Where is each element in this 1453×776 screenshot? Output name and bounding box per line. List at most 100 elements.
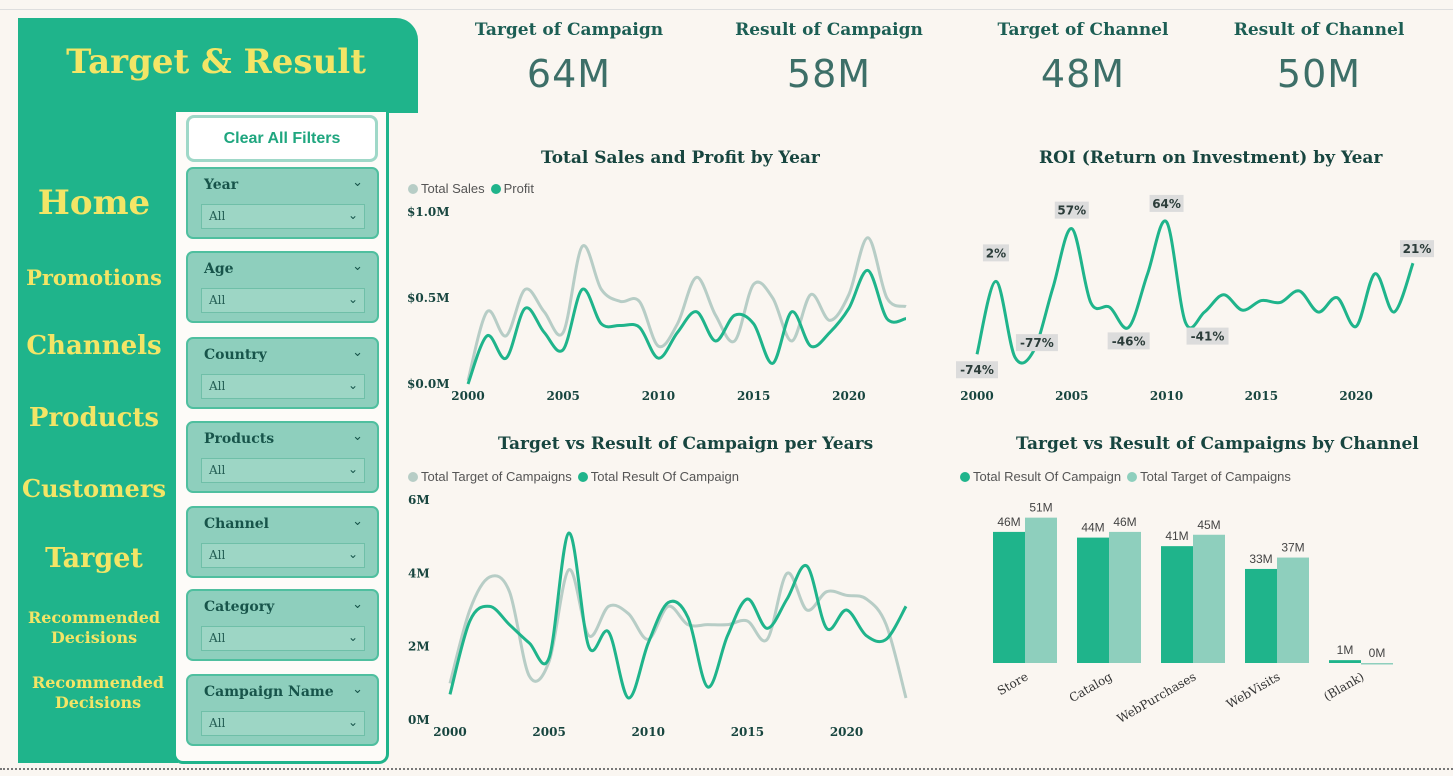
data-point[interactable] <box>587 645 591 649</box>
data-point[interactable] <box>656 344 660 348</box>
bar-store-1[interactable] <box>1025 517 1057 663</box>
data-point[interactable] <box>1127 325 1131 329</box>
chevron-down-icon[interactable]: ⌄ <box>352 514 363 529</box>
data-point[interactable] <box>1259 299 1263 303</box>
data-point[interactable] <box>1392 310 1396 314</box>
data-point[interactable] <box>547 656 551 660</box>
nav-customers[interactable]: Customers <box>18 474 170 503</box>
bar-catalog-1[interactable] <box>1109 531 1141 663</box>
nav-recommended-decisions-2[interactable]: Recommended Decisions <box>22 673 174 713</box>
chart-campaign-years[interactable]: 0M 2M 4M 6M 2000 2005 2010 2015 2020 <box>400 490 920 745</box>
legend-item[interactable]: Total Sales <box>408 181 485 196</box>
data-point[interactable] <box>885 317 889 321</box>
data-point[interactable] <box>809 293 813 297</box>
data-point[interactable] <box>805 564 809 568</box>
data-point[interactable] <box>1297 289 1301 293</box>
legend-item[interactable]: Total Target of Campaigns <box>408 469 572 484</box>
data-point[interactable] <box>561 348 565 352</box>
data-point[interactable] <box>599 322 603 326</box>
data-point[interactable] <box>468 619 472 623</box>
nav-promotions[interactable]: Promotions <box>18 265 170 290</box>
data-point[interactable] <box>1013 355 1017 359</box>
data-point[interactable] <box>488 604 492 608</box>
data-point[interactable] <box>828 318 832 322</box>
data-point[interactable] <box>745 597 749 601</box>
data-point[interactable] <box>542 310 546 314</box>
data-point[interactable] <box>904 317 908 321</box>
data-point[interactable] <box>618 324 622 328</box>
data-point[interactable] <box>771 296 775 300</box>
data-point[interactable] <box>785 571 789 575</box>
bar-webpurchases-1[interactable] <box>1193 534 1225 663</box>
data-point[interactable] <box>828 330 832 334</box>
campaign-name-dropdown[interactable]: All ⌄ <box>201 711 365 736</box>
data-point[interactable] <box>1354 324 1358 328</box>
data-point[interactable] <box>733 313 737 317</box>
country-dropdown[interactable]: All ⌄ <box>201 374 365 399</box>
data-point[interactable] <box>706 623 710 627</box>
data-point[interactable] <box>1221 293 1225 297</box>
data-point[interactable] <box>646 641 650 645</box>
clear-all-filters-button[interactable]: Clear All Filters <box>186 115 378 162</box>
data-point[interactable] <box>994 279 998 283</box>
nav-recommended-decisions-1[interactable]: Recommended Decisions <box>18 608 170 648</box>
series-line-1[interactable] <box>466 269 907 385</box>
data-point[interactable] <box>885 296 889 300</box>
data-point[interactable] <box>448 692 452 696</box>
bar-blank-0[interactable] <box>1329 660 1361 663</box>
category-dropdown[interactable]: All ⌄ <box>201 626 365 651</box>
data-point[interactable] <box>1108 305 1112 309</box>
data-point[interactable] <box>1202 310 1206 314</box>
data-point[interactable] <box>809 344 813 348</box>
data-point[interactable] <box>866 236 870 240</box>
data-point[interactable] <box>785 597 789 601</box>
data-point[interactable] <box>884 637 888 641</box>
series-line-0[interactable] <box>466 236 907 381</box>
chart-campaign-channel[interactable]: 46M 51M Store 44M 46M Catalog 41M 45M WebPurchas… <box>960 495 1420 745</box>
data-point[interactable] <box>1335 296 1339 300</box>
data-point[interactable] <box>904 696 908 700</box>
data-point[interactable] <box>1089 300 1093 304</box>
legend-item[interactable]: Total Target of Campaigns <box>1127 469 1291 484</box>
nav-home[interactable]: Home <box>18 183 170 223</box>
data-point[interactable] <box>1316 310 1320 314</box>
data-point[interactable] <box>825 590 829 594</box>
data-point[interactable] <box>675 330 679 334</box>
data-point[interactable] <box>847 293 851 297</box>
products-dropdown[interactable]: All ⌄ <box>201 458 365 483</box>
data-point[interactable] <box>790 339 794 343</box>
data-point[interactable] <box>504 356 508 360</box>
age-dropdown[interactable]: All ⌄ <box>201 288 365 313</box>
data-point[interactable] <box>695 310 699 314</box>
chart-sales-profit[interactable]: $0.0M $0.5M $1.0M 2000 2005 2010 2015 2020 <box>400 200 920 410</box>
data-point[interactable] <box>1240 308 1244 312</box>
data-point[interactable] <box>904 305 908 309</box>
chevron-down-icon[interactable]: ⌄ <box>352 429 363 444</box>
bar-store-0[interactable] <box>993 531 1025 663</box>
legend-item[interactable]: Total Result Of Campaign <box>960 469 1121 484</box>
data-point[interactable] <box>607 630 611 634</box>
data-point[interactable] <box>485 310 489 314</box>
bar-webvisits-0[interactable] <box>1245 568 1277 663</box>
data-point[interactable] <box>771 361 775 365</box>
bar-blank-1[interactable] <box>1361 663 1393 665</box>
data-point[interactable] <box>726 634 730 638</box>
legend-item[interactable]: Profit <box>490 181 534 196</box>
data-point[interactable] <box>527 674 531 678</box>
data-point[interactable] <box>1411 261 1415 265</box>
data-point[interactable] <box>507 623 511 627</box>
data-point[interactable] <box>567 568 571 572</box>
data-point[interactable] <box>884 623 888 627</box>
chevron-down-icon[interactable]: ⌄ <box>352 597 363 612</box>
year-dropdown[interactable]: All ⌄ <box>201 204 365 229</box>
data-point[interactable] <box>695 275 699 279</box>
data-point[interactable] <box>805 608 809 612</box>
data-point[interactable] <box>847 306 851 310</box>
data-point[interactable] <box>1146 272 1150 276</box>
data-point[interactable] <box>618 299 622 303</box>
data-point[interactable] <box>1278 300 1282 304</box>
data-point[interactable] <box>752 322 756 326</box>
data-point[interactable] <box>1051 286 1055 290</box>
data-point[interactable] <box>706 685 710 689</box>
data-point[interactable] <box>626 696 630 700</box>
